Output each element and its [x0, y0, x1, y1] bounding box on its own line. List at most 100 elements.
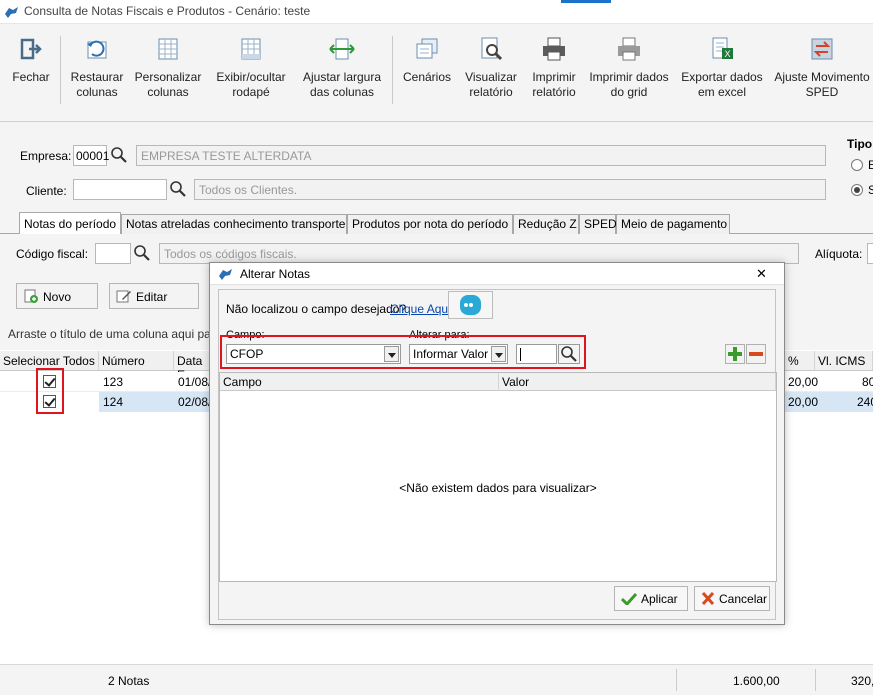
status-divider: [815, 669, 816, 691]
check-icon: [620, 592, 638, 607]
col-campo[interactable]: Campo: [220, 373, 499, 391]
fechar-label: Fechar: [12, 70, 50, 84]
printer-icon: [543, 37, 565, 61]
search-icon: [170, 181, 186, 197]
restaurar-colunas-button[interactable]: Restaurar colunas: [66, 32, 128, 116]
dialog-titlebar: Alterar Notas ✕: [210, 263, 784, 285]
tab-meio-pagamento[interactable]: Meio de pagamento: [616, 214, 730, 234]
cancelar-button[interactable]: Cancelar: [694, 586, 770, 611]
search-icon: [111, 147, 127, 163]
status-bar: 2 Notas 1.600,00 320,: [0, 664, 873, 695]
exportar-excel-label: Exportar dados em excel: [681, 70, 763, 99]
aplicar-button[interactable]: Aplicar: [614, 586, 688, 611]
exibir-ocultar-rodape-button[interactable]: Exibir/ocultar rodapé: [210, 32, 292, 116]
codigo-fiscal-search-button[interactable]: [132, 243, 152, 264]
tab-sped[interactable]: SPED: [579, 214, 617, 234]
cell-icm: 20,00: [788, 395, 819, 409]
status-count: 2 Notas: [108, 674, 150, 688]
imprimir-relatorio-button[interactable]: Imprimir relatório: [526, 32, 582, 116]
chat-bubble-icon: [460, 295, 481, 315]
col-pct-icm[interactable]: % ICM: [785, 351, 815, 371]
scenarios-icon: [416, 38, 438, 59]
novo-label: Novo: [43, 290, 72, 304]
changes-grid[interactable]: Campo Valor <Não existem dados para visu…: [219, 372, 777, 582]
col-data[interactable]: Data E: [174, 351, 214, 382]
new-document-icon: [24, 289, 38, 303]
cliente-code-input[interactable]: [73, 179, 167, 200]
ajustar-largura-label: Ajustar largura das colunas: [302, 70, 382, 99]
cliente-search-button[interactable]: [168, 179, 188, 200]
cenarios-button[interactable]: Cenários: [398, 32, 456, 116]
editar-button[interactable]: Editar: [109, 283, 199, 309]
col-vl-icms[interactable]: Vl. ICMS: [815, 351, 873, 371]
tab-notas-atreladas[interactable]: Notas atreladas conhecimento transporte: [121, 214, 347, 234]
filters-panel: Empresa: 00001 EMPRESA TESTE ALTERDATA C…: [0, 122, 873, 212]
app-logo-icon: [5, 7, 18, 18]
ajustar-largura-button[interactable]: Ajustar largura das colunas: [298, 32, 386, 116]
add-row-button[interactable]: [725, 344, 745, 364]
imprimir-dados-grid-label: Imprimir dados do grid: [589, 70, 669, 99]
ajuste-movimento-sped-label: Ajuste Movimento SPED: [774, 70, 870, 99]
col-numero[interactable]: Número: [99, 351, 174, 371]
codigo-fiscal-label: Código fiscal:: [16, 247, 89, 261]
chat-button[interactable]: [448, 291, 493, 319]
col-valor[interactable]: Valor: [499, 373, 776, 391]
footer-toggle-icon: [241, 38, 261, 60]
editar-label: Editar: [136, 290, 168, 304]
toolbar-separator: [392, 36, 393, 104]
cell-numero: 124: [103, 395, 124, 409]
novo-button[interactable]: Novo: [16, 283, 98, 309]
alterar-notas-dialog: Alterar Notas ✕ Não localizou o campo de…: [209, 262, 785, 625]
title-accent: [561, 0, 611, 3]
empresa-search-button[interactable]: [109, 145, 129, 166]
tab-notas-periodo[interactable]: Notas do período: [19, 212, 121, 235]
cell-icm: 20,00: [788, 375, 819, 389]
ajuste-movimento-sped-button[interactable]: Ajuste Movimento SPED: [774, 32, 870, 116]
dialog-body: Não localizou o campo desejado? Clique A…: [218, 289, 777, 620]
highlight-checkboxes: [36, 368, 64, 414]
remove-row-button[interactable]: [746, 344, 766, 364]
group-by-hint: Arraste o título de uma coluna aqui pa: [8, 327, 211, 341]
status-total-1: 1.600,00: [733, 674, 780, 688]
plus-icon: [728, 347, 742, 361]
cliente-label: Cliente:: [26, 184, 67, 198]
empresa-code-input[interactable]: 00001: [73, 145, 109, 166]
column-width-icon: [329, 38, 355, 60]
tipo-radio-2[interactable]: [851, 184, 863, 196]
dialog-title: Alterar Notas: [240, 267, 311, 281]
aplicar-label: Aplicar: [641, 592, 678, 606]
status-divider: [676, 669, 677, 691]
codigo-fiscal-input[interactable]: [95, 243, 131, 264]
imprimir-dados-grid-button[interactable]: Imprimir dados do grid: [588, 32, 670, 116]
close-icon[interactable]: ✕: [756, 266, 767, 282]
window-title: Consulta de Notas Fiscais e Produtos - C…: [24, 4, 311, 18]
tab-produtos-nota[interactable]: Produtos por nota do período: [347, 214, 513, 234]
tab-reducao-z[interactable]: Redução Z: [513, 214, 579, 234]
tab-strip: Notas do período Notas atreladas conheci…: [0, 212, 873, 235]
clique-aqui-link[interactable]: Clique Aqui: [390, 302, 451, 316]
customize-columns-icon: [158, 38, 178, 60]
tipo-label: Tipo: [847, 137, 873, 151]
personalizar-colunas-label: Personalizar colunas: [134, 70, 202, 99]
empty-message: <Não existem dados para visualizar>: [399, 481, 597, 495]
dialog-hint: Não localizou o campo desejado?: [226, 302, 407, 316]
exibir-ocultar-rodape-label: Exibir/ocultar rodapé: [216, 70, 286, 99]
fechar-button[interactable]: Fechar: [6, 32, 56, 116]
visualizar-relatorio-label: Visualizar relatório: [465, 70, 517, 99]
cell-vl-icms: 240: [857, 395, 873, 409]
tipo-radio-1[interactable]: [851, 159, 863, 171]
minus-icon: [749, 352, 763, 356]
empresa-label: Empresa:: [20, 149, 72, 163]
visualizar-relatorio-button[interactable]: Visualizar relatório: [460, 32, 522, 116]
cancel-x-icon: [701, 591, 715, 606]
personalizar-colunas-button[interactable]: Personalizar colunas: [132, 32, 204, 116]
aliquota-label: Alíquota:: [815, 247, 863, 261]
exportar-excel-button[interactable]: X Exportar dados em excel: [676, 32, 768, 116]
cell-vl-icms: 80: [862, 375, 873, 389]
status-total-2: 320,: [851, 674, 873, 688]
svg-text:X: X: [725, 49, 731, 59]
app-logo-icon: [219, 269, 232, 280]
tipo-radio-2-label: S: [868, 183, 873, 197]
empresa-name-field: EMPRESA TESTE ALTERDATA: [136, 145, 826, 166]
aliquota-input[interactable]: [867, 243, 873, 264]
